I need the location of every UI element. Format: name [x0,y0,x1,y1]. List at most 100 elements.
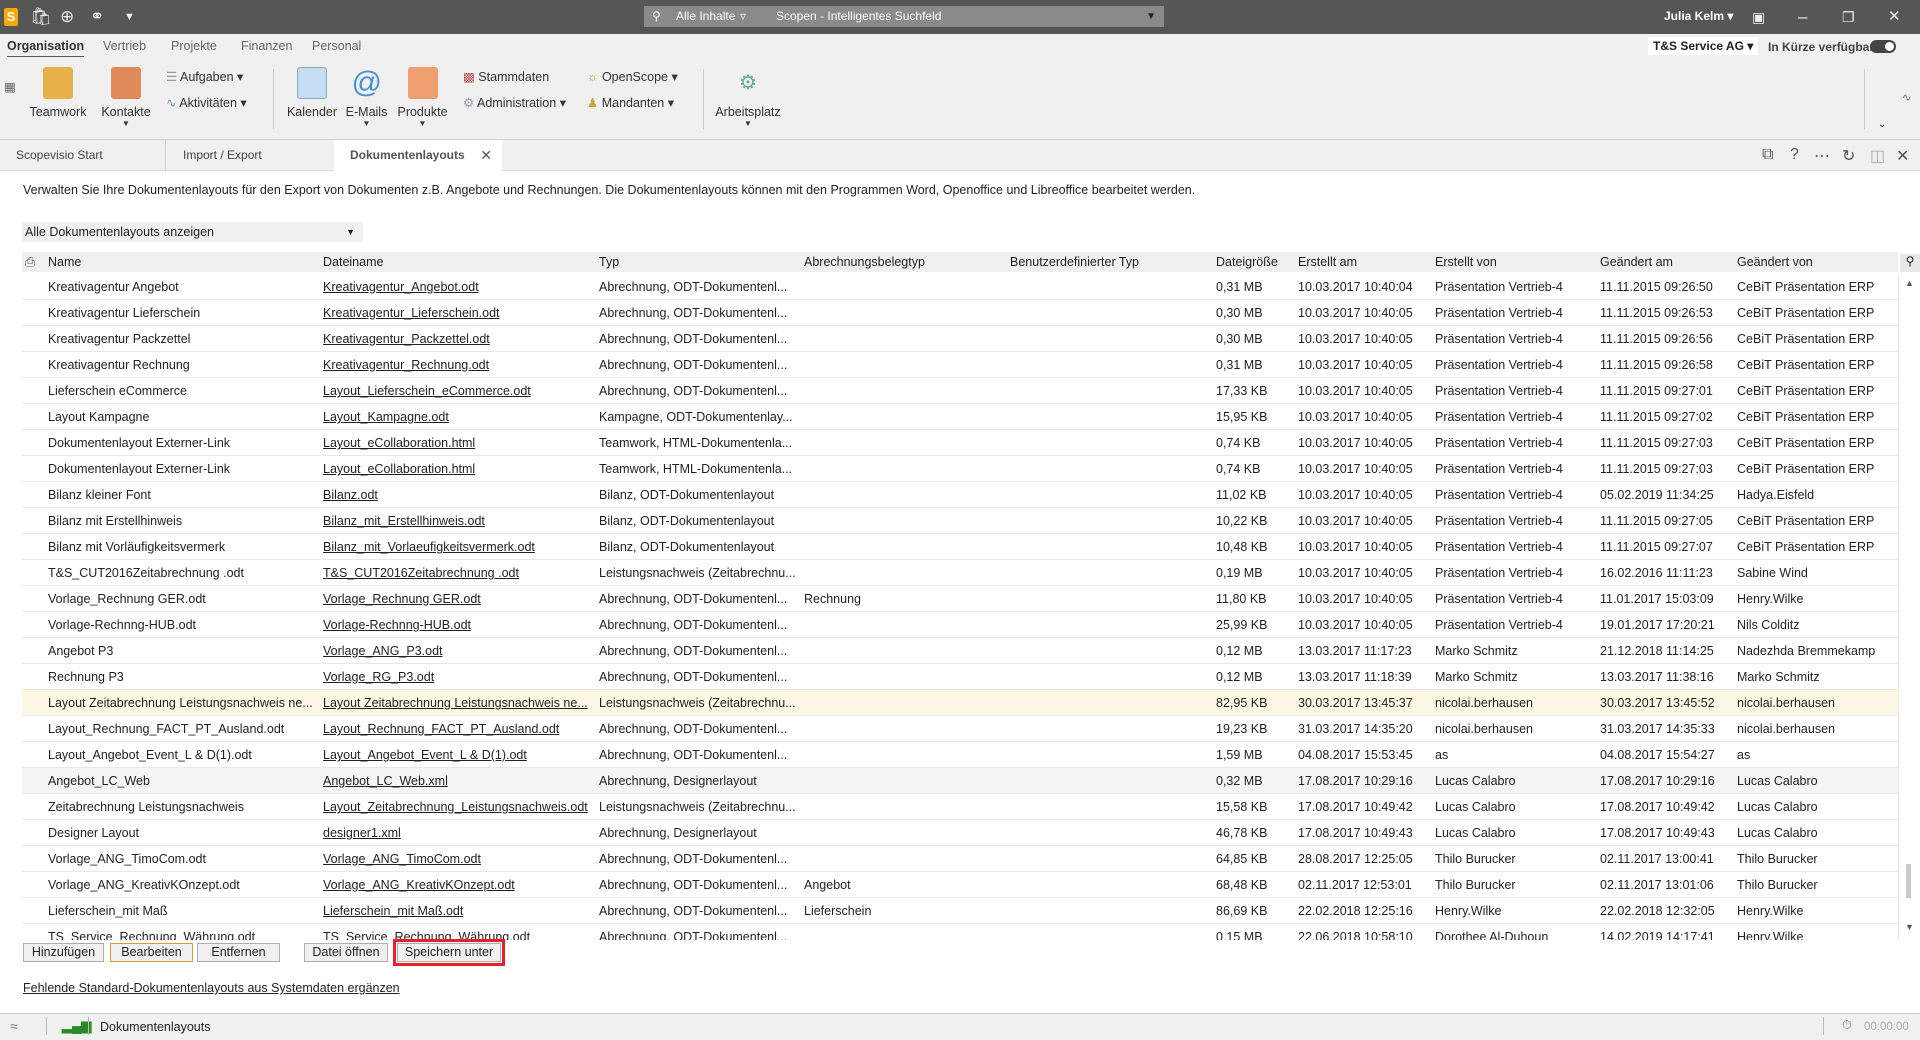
cell-dateiname[interactable]: Kreativagentur_Angebot.odt [323,280,479,294]
tab-vertrieb[interactable]: Vertrieb [103,39,146,53]
cell-dateiname[interactable]: Lieferschein_mit Maß.odt [323,904,463,918]
tab-scopevisio-start[interactable]: Scopevisio Start [0,140,166,171]
cell-dateiname[interactable]: Layout_eCollaboration.html [323,462,475,476]
ribbon-teamwork[interactable]: Teamwork [28,67,88,119]
table-row[interactable]: Rechnung P3 Vorlage_RG_P3.odt Abrechnung, … [22,664,1898,690]
calculator-icon[interactable]: ▦ [4,79,16,94]
help-lifebuoy-icon[interactable]: ⚭ [90,7,104,27]
more-icon[interactable]: ⋯ [1814,146,1830,166]
cell-dateiname[interactable]: Vorlage_RG_P3.odt [323,670,434,684]
cell-dateiname[interactable]: Vorlage_ANG_KreativKOnzept.odt [323,878,515,892]
cell-dateiname[interactable]: Bilanz_mit_Vorlaeufigkeitsvermerk.odt [323,540,535,554]
close-window-icon[interactable]: ✕ [1888,7,1901,27]
cell-dateiname[interactable]: Vorlage_Rechnung GER.odt [323,592,481,606]
minimize-icon[interactable]: – [1798,7,1807,27]
company-selector[interactable]: T&S Service AG ▾ [1648,37,1759,55]
cell-dateiname[interactable]: Layout_Kampagne.odt [323,410,449,424]
col-geaendert-von[interactable]: Geändert von [1737,255,1813,269]
table-row[interactable]: Kreativagentur Angebot Kreativagentur_Ang… [22,274,1898,300]
col-erstellt-am[interactable]: Erstellt am [1298,255,1357,269]
sync-icon[interactable]: ≈ [10,1018,18,1034]
tab-organisation[interactable]: Organisation [7,39,85,59]
table-row[interactable]: Zeitabrechnung Leistungsnachweis Layout_Z… [22,794,1898,820]
table-row[interactable]: Kreativagentur Rechnung Kreativagentur_Re… [22,352,1898,378]
user-menu[interactable]: Julia Kelm ▾ [1664,9,1733,23]
search-field[interactable]: ⚲ Alle Inhalte ▿ Scopen - Intelligentes … [644,6,1164,27]
ribbon-kalender[interactable]: Kalender [284,67,340,119]
table-row[interactable]: Angebot_LC_Web Angebot_LC_Web.xml Abrechnu… [22,768,1898,794]
cell-dateiname[interactable]: Bilanz.odt [323,488,378,502]
scroll-up-icon[interactable]: ▲ [1905,278,1914,288]
cell-dateiname[interactable]: Angebot_LC_Web.xml [323,774,448,788]
ribbon-produkte[interactable]: Produkte ▼ [395,67,450,128]
layout-filter-select[interactable]: Alle Dokumentenlayouts anzeigen ▼ [22,222,363,242]
table-row[interactable]: Designer Layout designer1.xml Abrechnung, … [22,820,1898,846]
table-row[interactable]: Layout_Angebot_Event_L & D(1).odt Layout_… [22,742,1898,768]
app-logo[interactable]: S [4,8,18,26]
cell-dateiname[interactable]: Kreativagentur_Rechnung.odt [323,358,489,372]
cell-dateiname[interactable]: Kreativagentur_Lieferschein.odt [323,306,500,320]
tab-finanzen[interactable]: Finanzen [241,39,292,53]
table-row[interactable]: Layout_Rechnung_FACT_PT_Ausland.odt Layou… [22,716,1898,742]
tab-personal[interactable]: Personal [312,39,361,53]
ribbon-mandanten[interactable]: ♟ Mandanten ▾ [587,95,674,110]
save-as-button[interactable]: Speichern unter [397,943,501,962]
quick-menu-icon[interactable]: ▼ [124,7,135,27]
cell-dateiname[interactable]: Vorlage_ANG_P3.odt [323,644,443,658]
pulse-icon[interactable]: ∿ [1902,91,1911,104]
ribbon-stammdaten[interactable]: ▩ Stammdaten [463,69,549,84]
close-icon[interactable]: ✕ [1896,146,1909,166]
table-row[interactable]: Bilanz mit Erstellhinweis Bilanz_mit_Erst… [22,508,1898,534]
cell-dateiname[interactable]: Bilanz_mit_Erstellhinweis.odt [323,514,485,528]
cell-dateiname[interactable]: Layout_Angebot_Event_L & D(1).odt [323,748,527,762]
table-row[interactable]: Dokumentenlayout Externer-Link Layout_eCo… [22,456,1898,482]
col-dateigroesse[interactable]: Dateigröße [1216,255,1278,269]
ribbon-arbeitsplatz[interactable]: ⚙ Arbeitsplatz ▼ [713,67,783,128]
cell-dateiname[interactable]: Layout_Zeitabrechnung_Leistungsnachweis.… [323,800,588,814]
tab-dokumentenlayouts[interactable]: Dokumentenlayouts ✕ [334,140,502,171]
help-icon[interactable]: ? [1790,146,1799,164]
table-row[interactable]: Kreativagentur Packzettel Kreativagentur_… [22,326,1898,352]
window-layout-icon[interactable]: ▣ [1752,7,1765,27]
ribbon-aktivitaeten[interactable]: ∿ Aktivitäten ▾ [166,95,247,110]
remove-button[interactable]: Entfernen [197,943,280,962]
search-scope[interactable]: Alle Inhalte [676,6,735,27]
scroll-down-icon[interactable]: ▼ [1905,922,1914,932]
col-typ[interactable]: Typ [599,255,619,269]
edit-button[interactable]: Bearbeiten [110,943,193,962]
add-circle-icon[interactable]: ⊕ [60,7,74,27]
col-benutzerdefinierter-typ[interactable]: Benutzerdefinierter Typ [1010,255,1139,269]
cell-dateiname[interactable]: Layout_Lieferschein_eCommerce.odt [323,384,531,398]
availability-toggle[interactable] [1870,40,1896,53]
refresh-icon[interactable]: ↻ [1842,146,1855,166]
duplicate-icon[interactable]: ⧉ [1762,146,1773,164]
restore-default-layouts-link[interactable]: Fehlende Standard-Dokumentenlayouts aus … [23,981,400,995]
table-row[interactable]: Kreativagentur Lieferschein Kreativagentu… [22,300,1898,326]
table-row[interactable]: Angebot P3 Vorlage_ANG_P3.odt Abrechnung, … [22,638,1898,664]
ribbon-openscope[interactable]: ☼ OpenScope ▾ [587,69,678,84]
tab-import-export[interactable]: Import / Export [167,140,333,171]
col-erstellt-von[interactable]: Erstellt von [1435,255,1497,269]
filter-icon[interactable]: ▿ [740,6,746,27]
shopping-bag-icon[interactable]: 🛍 [30,7,52,27]
table-row[interactable]: Bilanz mit Vorläufigkeitsvermerk Bilanz_m… [22,534,1898,560]
restore-icon[interactable]: ❐ [1842,7,1855,27]
add-button[interactable]: Hinzufügen [23,943,104,962]
ribbon-administration[interactable]: ⚙ Administration ▾ [463,95,566,110]
table-row[interactable]: Vorlage-Rechnng-HUB.odt Vorlage-Rechnng-H… [22,612,1898,638]
ribbon-emails[interactable]: @ E-Mails ▼ [344,67,389,129]
table-row[interactable]: TS_Service_Rechnung_Währung.odt TS_Servic… [22,924,1898,940]
open-file-button[interactable]: Datei öffnen [304,943,388,962]
col-geaendert-am[interactable]: Geändert am [1600,255,1673,269]
table-row[interactable]: Vorlage_ANG_TimoCom.odt Vorlage_ANG_TimoC… [22,846,1898,872]
collapse-ribbon-icon[interactable]: ⌄ [1878,119,1886,130]
tab-projekte[interactable]: Projekte [171,39,217,53]
col-abrechnungsbelegtyp[interactable]: Abrechnungsbelegtyp [804,255,925,269]
table-row[interactable]: Lieferschein eCommerce Layout_Lieferschei… [22,378,1898,404]
scrollbar-thumb[interactable] [1906,864,1911,898]
table-row[interactable]: Bilanz kleiner Font Bilanz.odt Bilanz, ODT… [22,482,1898,508]
cell-dateiname[interactable]: Vorlage_ANG_TimoCom.odt [323,852,481,866]
close-tab-icon[interactable]: ✕ [480,140,492,171]
table-row[interactable]: Layout Kampagne Layout_Kampagne.odt Kampag… [22,404,1898,430]
col-dateiname[interactable]: Dateiname [323,255,383,269]
